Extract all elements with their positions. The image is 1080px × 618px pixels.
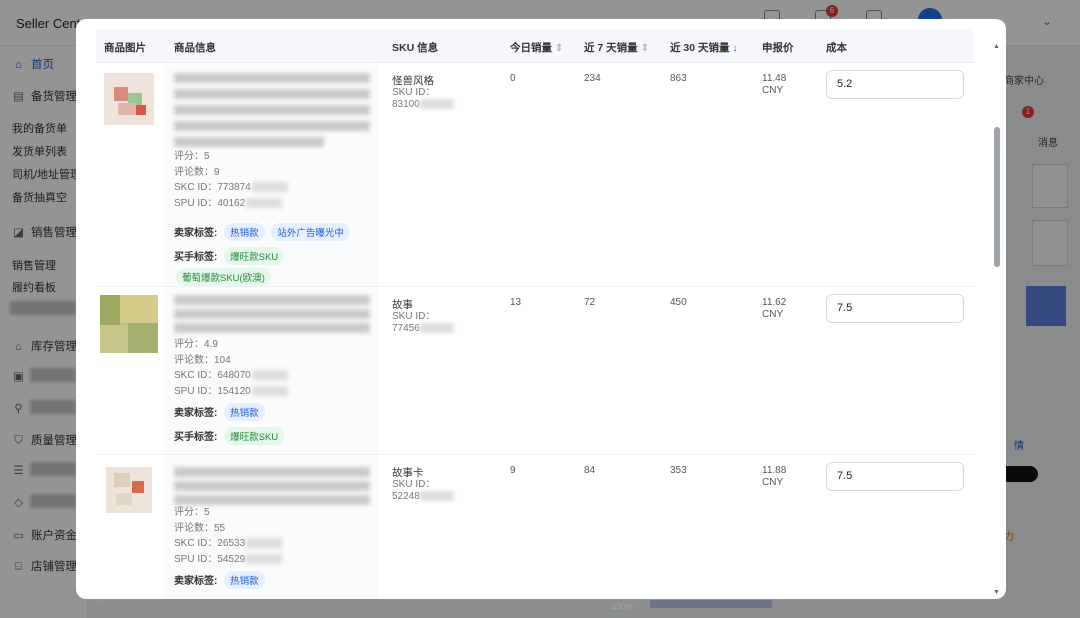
sku-name: 故事卡 xyxy=(392,467,424,479)
week-sales: 72 xyxy=(584,297,596,308)
header-image: 商品图片 xyxy=(104,42,146,54)
header-today-sales[interactable]: 今日销量 ⇕ xyxy=(510,40,563,55)
sort-desc-icon[interactable]: ↓ xyxy=(733,43,738,54)
sort-icon[interactable]: ⇕ xyxy=(555,43,563,54)
today-sales: 9 xyxy=(510,465,516,476)
tag-hot-sale: 热销款 xyxy=(224,223,265,241)
table-row: 评分：5 评论数：9 SKC ID：773874 SPU ID：40162 卖家… xyxy=(96,63,974,287)
week-sales: 234 xyxy=(584,73,601,84)
sales-detail-modal: 商品图片 商品信息 SKU 信息 今日销量 ⇕ 近 7 天销量 ⇕ 近 30 天销量… xyxy=(76,19,1006,599)
seller-tags: 卖家标签: 热销款 xyxy=(174,403,265,421)
product-meta: 评分：5 评论数：55 SKC ID：26533 SPU ID：54529 xyxy=(174,505,283,567)
product-image[interactable] xyxy=(106,467,152,513)
zoom-level: 100% xyxy=(612,602,633,611)
seller-tags: 卖家标签: 热销款 站外广告曝光中 xyxy=(174,223,350,241)
product-meta: 评分：5 评论数：9 SKC ID：773874 SPU ID：40162 xyxy=(174,149,288,211)
sku-id: SKU ID： 52248 xyxy=(392,479,454,503)
blurred-title xyxy=(174,481,370,491)
header-week-sales[interactable]: 近 7 天销量 ⇕ xyxy=(584,40,649,55)
seller-tags: 卖家标签: 热销款 xyxy=(174,571,265,589)
declared-price: 11.62 CNY xyxy=(762,297,787,320)
header-info: 商品信息 xyxy=(174,42,216,54)
week-sales: 84 xyxy=(584,465,596,476)
tag-hot-sale: 热销款 xyxy=(224,403,265,421)
vertical-scrollbar[interactable]: ▲ ▼ xyxy=(991,43,1003,599)
blurred-title xyxy=(174,495,370,505)
tag-offsite-ad: 站外广告曝光中 xyxy=(271,223,350,241)
scroll-down-icon[interactable]: ▼ xyxy=(993,589,1000,596)
blurred-title xyxy=(174,121,370,131)
blurred-title xyxy=(174,137,324,147)
declared-price: 11.88 CNY xyxy=(762,465,787,488)
background-bar xyxy=(650,600,772,608)
header-month-sales[interactable]: 近 30 天销量 ↓ xyxy=(670,40,738,55)
header-sku: SKU 信息 xyxy=(392,42,439,54)
cost-input[interactable]: 7.5 xyxy=(826,462,964,491)
cost-input[interactable]: 5.2 xyxy=(826,70,964,99)
tag-bestseller-sku: 爆旺款SKU xyxy=(224,247,285,265)
tag-hot-sale: 热销款 xyxy=(224,571,265,589)
header-price: 申报价 xyxy=(762,42,794,54)
blurred-title xyxy=(174,323,370,333)
buyer-tags: 买手标签: 爆旺款SKU xyxy=(174,247,285,265)
table-row: 评分：4.9 评论数：104 SKC ID：648070 SPU ID：1541… xyxy=(96,287,974,455)
today-sales: 13 xyxy=(510,297,522,308)
scroll-up-icon[interactable]: ▲ xyxy=(993,43,1000,50)
product-image[interactable] xyxy=(104,73,154,125)
blurred-title xyxy=(174,89,370,99)
scrollbar-thumb[interactable] xyxy=(994,127,1000,267)
sku-id: SKU ID： 83100 xyxy=(392,87,454,111)
month-sales: 353 xyxy=(670,465,687,476)
header-cost: 成本 xyxy=(826,42,847,54)
tag-grape-bestseller: 葡萄爆款SKU(欧澳) xyxy=(176,268,271,286)
cost-input[interactable]: 7.5 xyxy=(826,294,964,323)
buyer-tags: 买手标签: 爆旺款SKU xyxy=(174,427,285,445)
month-sales: 863 xyxy=(670,73,687,84)
month-sales: 450 xyxy=(670,297,687,308)
sku-name: 怪兽风格 xyxy=(392,75,434,87)
today-sales: 0 xyxy=(510,73,516,84)
blurred-title xyxy=(174,467,370,477)
sku-id: SKU ID： 77456 xyxy=(392,311,454,335)
declared-price: 11.48 CNY xyxy=(762,73,787,96)
sku-name: 故事 xyxy=(392,299,413,311)
product-image[interactable] xyxy=(100,295,158,353)
blurred-title xyxy=(174,105,370,115)
table-header: 商品图片 商品信息 SKU 信息 今日销量 ⇕ 近 7 天销量 ⇕ 近 30 天销量… xyxy=(96,29,974,63)
blurred-title xyxy=(174,73,370,83)
sort-icon[interactable]: ⇕ xyxy=(641,43,649,54)
blurred-title xyxy=(174,309,370,319)
sales-table: 商品图片 商品信息 SKU 信息 今日销量 ⇕ 近 7 天销量 ⇕ 近 30 天销量… xyxy=(96,29,974,599)
product-meta: 评分：4.9 评论数：104 SKC ID：648070 SPU ID：1541… xyxy=(174,337,288,399)
table-row: 评分：5 评论数：55 SKC ID：26533 SPU ID：54529 卖家… xyxy=(96,455,974,599)
tag-bestseller-sku: 爆旺款SKU xyxy=(224,427,285,445)
blurred-title xyxy=(174,295,370,305)
